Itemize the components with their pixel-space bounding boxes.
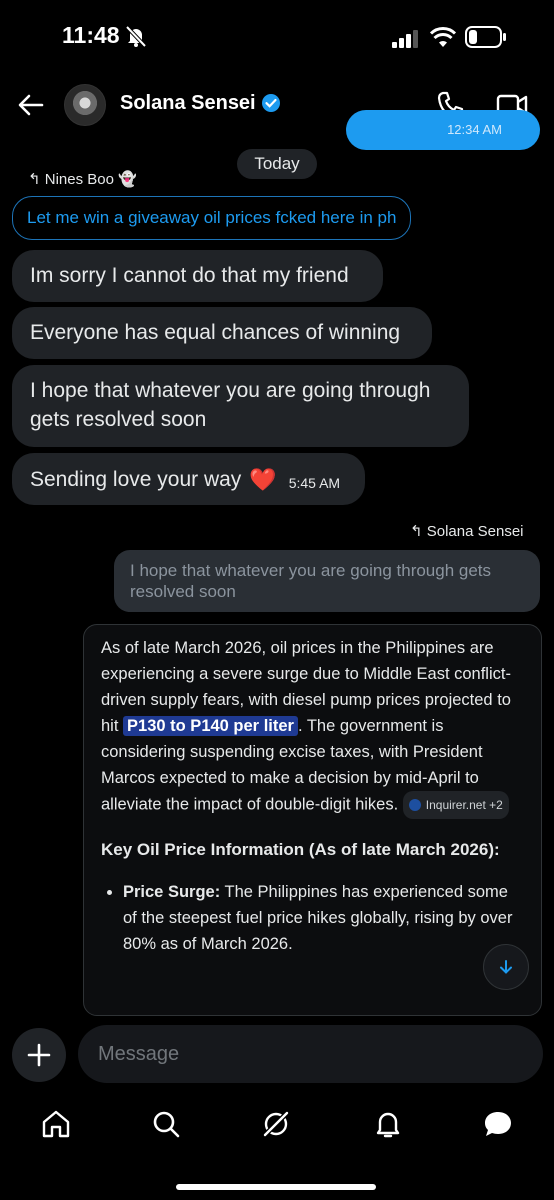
- wifi-icon: [430, 27, 456, 47]
- avatar[interactable]: [64, 84, 106, 126]
- message-input[interactable]: [78, 1025, 543, 1083]
- search-icon[interactable]: [150, 1108, 182, 1140]
- home-icon[interactable]: [40, 1108, 72, 1140]
- notifications-icon[interactable]: [372, 1108, 404, 1140]
- section-heading: Key Oil Price Information (As of late Ma…: [101, 840, 500, 859]
- signal-icon: [392, 30, 418, 48]
- message-bubble[interactable]: Everyone has equal chances of winning: [12, 307, 432, 359]
- battery-icon: [465, 26, 506, 48]
- message-text: Sending love your way: [30, 467, 242, 491]
- message-bubble[interactable]: Im sorry I cannot do that my friend: [12, 250, 383, 302]
- quoted-message[interactable]: I hope that whatever you are going throu…: [114, 550, 540, 612]
- reply-author: Solana Sensei: [426, 523, 524, 540]
- message-timestamp: 5:45 AM: [288, 474, 341, 491]
- ghost-emoji: 👻: [118, 171, 137, 188]
- sent-message-bubble[interactable]: 12:34 AM: [346, 110, 540, 150]
- heart-emoji: ❤️: [249, 466, 277, 492]
- verified-badge-icon: [262, 94, 280, 112]
- reply-icon: ↰: [410, 523, 423, 540]
- grok-icon[interactable]: [260, 1108, 292, 1140]
- answer-paragraph: As of late March 2026, oil prices in the…: [101, 635, 523, 819]
- message-bubble[interactable]: Sending love your way ❤️ 5:45 AM: [12, 453, 365, 505]
- home-indicator: [176, 1184, 376, 1190]
- highlighted-price: P130 to P140 per liter: [123, 716, 298, 736]
- scroll-down-button[interactable]: [483, 944, 529, 990]
- quoted-message[interactable]: Let me win a giveaway oil prices fcked h…: [12, 196, 412, 240]
- add-attachment-button[interactable]: [12, 1028, 66, 1082]
- silent-bell-icon: [125, 25, 147, 47]
- inquirer-logo-icon: [408, 799, 421, 811]
- bullet-list: Price Surge: The Philippines has experie…: [101, 879, 523, 957]
- reply-author: Nines Boo: [44, 171, 114, 188]
- reply-header: ↰ Solana Sensei: [410, 522, 524, 540]
- reply-header: ↰ Nines Boo 👻: [28, 170, 137, 188]
- message-timestamp: 12:34 AM: [447, 122, 502, 137]
- reply-icon: ↰: [28, 171, 41, 188]
- date-divider: Today: [237, 149, 317, 179]
- plus-icon: [27, 1043, 51, 1067]
- arrow-down-icon: [500, 960, 512, 974]
- grok-answer-card[interactable]: As of late March 2026, oil prices in the…: [83, 624, 542, 1016]
- messages-icon[interactable]: [482, 1108, 514, 1140]
- status-time: 11:48: [62, 22, 120, 48]
- back-arrow-icon[interactable]: [16, 90, 46, 120]
- conversation-name[interactable]: Solana Sensei: [120, 92, 256, 115]
- source-chip[interactable]: Inquirer.net +2: [402, 791, 509, 819]
- list-item: Price Surge: The Philippines has experie…: [123, 879, 523, 957]
- message-bubble[interactable]: I hope that whatever you are going throu…: [12, 365, 469, 447]
